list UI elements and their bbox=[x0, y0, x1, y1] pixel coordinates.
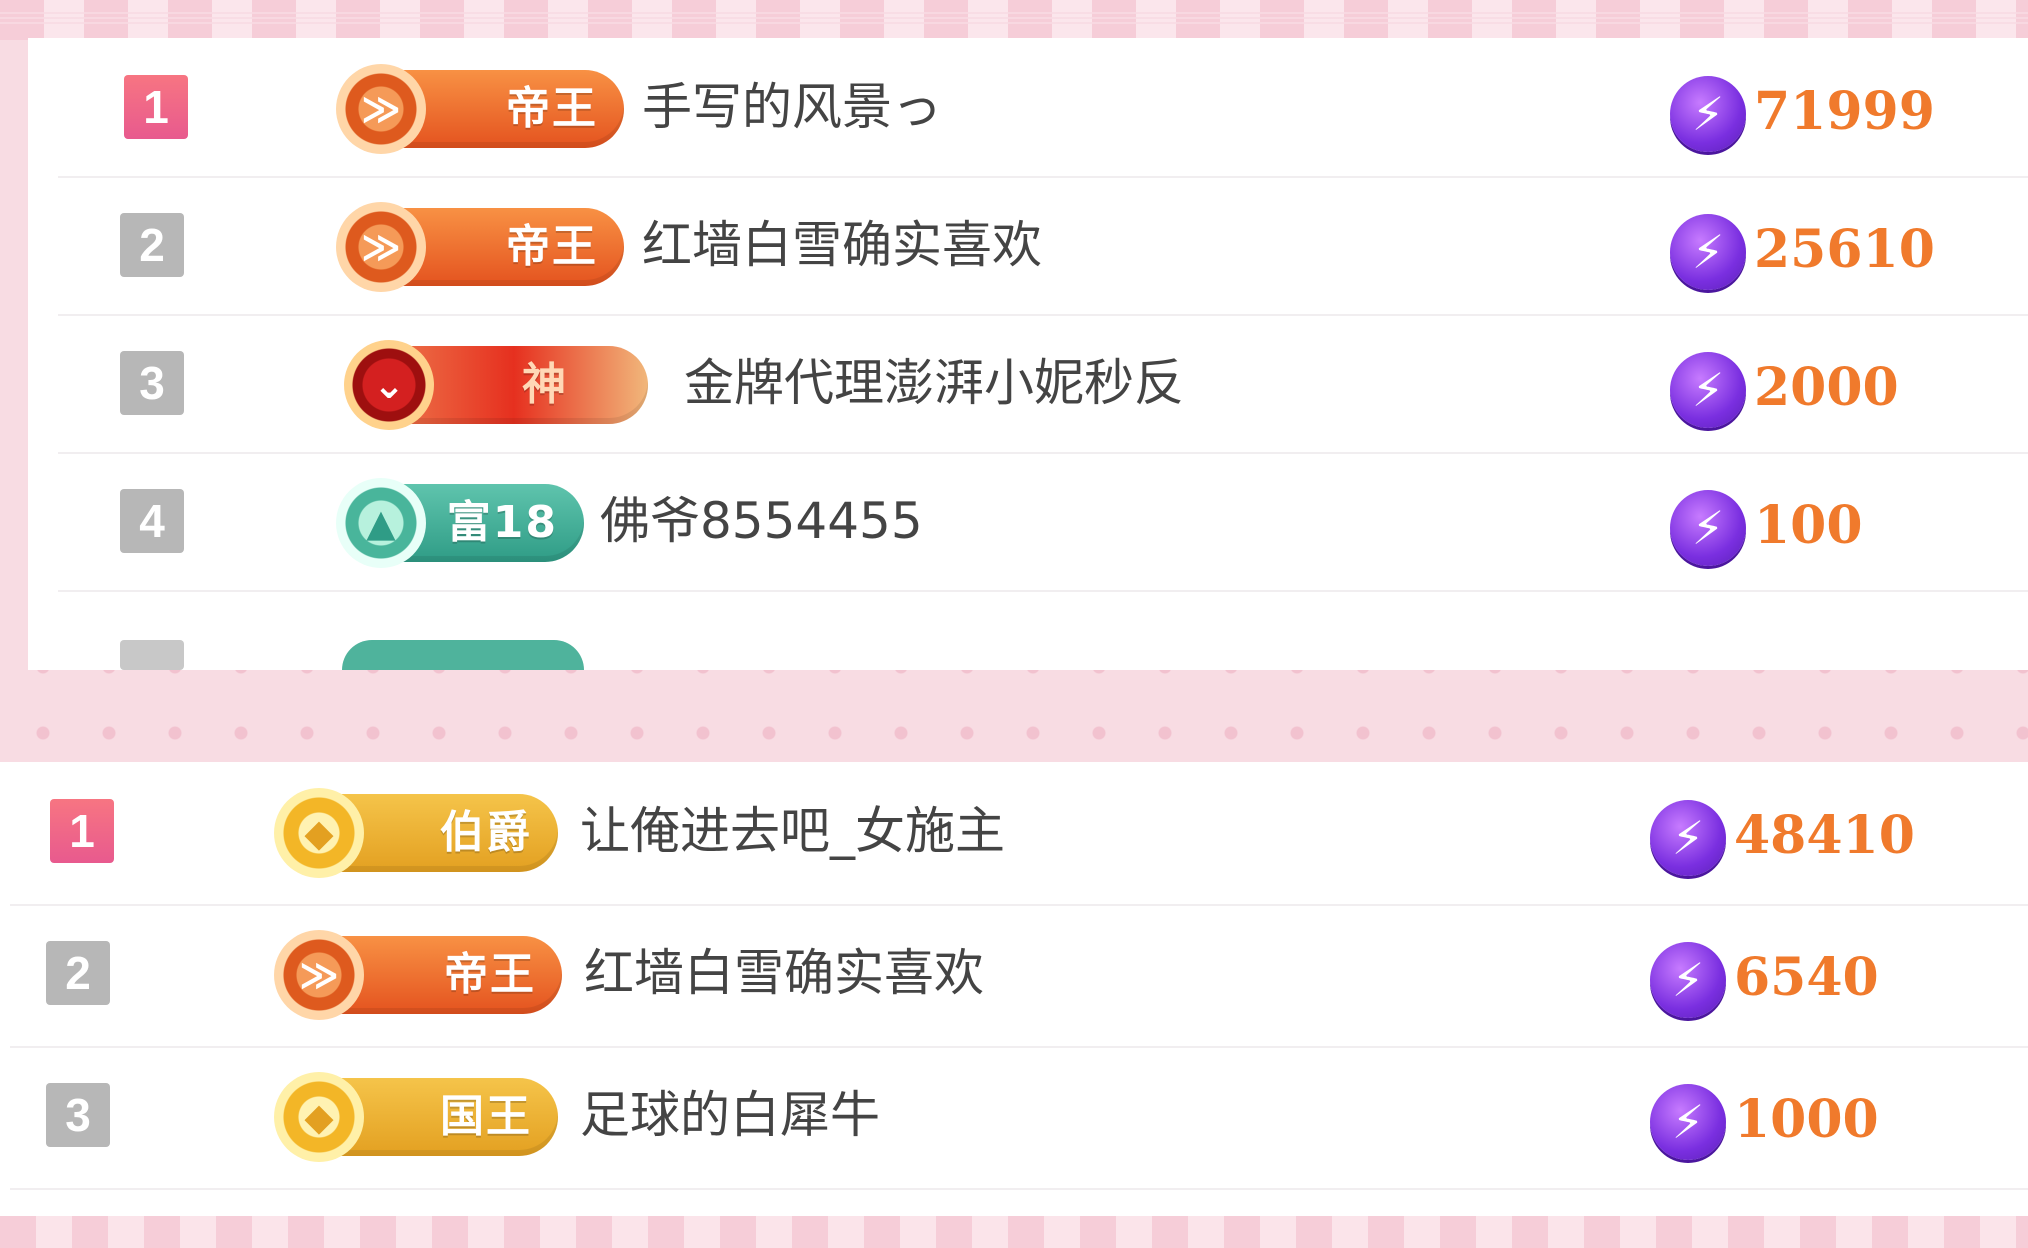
level-badge: ◆ 伯爵 bbox=[274, 788, 558, 878]
level-badge: ⌄ 神 bbox=[344, 340, 648, 430]
ranking-panel-bottom: 1 ◆ 伯爵 让俺进去吧_女施主 ⚡ 48410 2 ≫ 帝王 红墙白雪确实喜欢… bbox=[0, 762, 2028, 1216]
user-name[interactable]: 手写的风景っ bbox=[642, 72, 942, 142]
level-badge-label: 帝王 bbox=[506, 83, 598, 134]
lightning-bolt-icon: ⚡ bbox=[1650, 942, 1726, 1018]
rank-badge: 3 bbox=[46, 1083, 110, 1147]
rank-badge: 2 bbox=[120, 213, 184, 277]
lightning-bolt-icon: ⚡ bbox=[1670, 352, 1746, 428]
chevron-emblem-icon: ≫ bbox=[336, 202, 426, 292]
lightning-bolt-icon: ⚡ bbox=[1670, 76, 1746, 152]
score-value: 6540 bbox=[1734, 947, 1879, 1008]
ranking-row[interactable]: 4 ▲ 富18 佛爷8554455 ⚡ 100 bbox=[58, 452, 2028, 592]
diamond-emblem-icon: ◆ bbox=[274, 788, 364, 878]
user-name[interactable]: 佛爷8554455 bbox=[600, 486, 923, 556]
score-value: 1000 bbox=[1734, 1089, 1879, 1150]
user-name[interactable]: 红墙白雪确实喜欢 bbox=[584, 938, 984, 1008]
ranking-panel-top: 1 ≫ 帝王 手写的风景っ ⚡ 71999 2 ≫ 帝王 红墙白雪确实喜欢 ⚡ … bbox=[28, 38, 2028, 670]
level-badge-label: 富18 bbox=[446, 497, 558, 548]
score-value: 48410 bbox=[1734, 805, 1915, 866]
level-badge-label: 伯爵 bbox=[440, 807, 532, 858]
ranking-row-clipped bbox=[58, 630, 2028, 670]
rank-badge-clipped bbox=[120, 640, 184, 670]
user-name[interactable]: 金牌代理澎湃小妮秒反 bbox=[684, 348, 1184, 418]
diamond-emblem-icon: ◆ bbox=[274, 1072, 364, 1162]
lightning-bolt-icon: ⚡ bbox=[1670, 490, 1746, 566]
rank-badge: 1 bbox=[50, 799, 114, 863]
score-value: 25610 bbox=[1754, 219, 1935, 280]
user-name[interactable]: 让俺进去吧_女施主 bbox=[580, 796, 1005, 866]
level-badge-label: 帝王 bbox=[444, 949, 536, 1000]
level-badge: ≫ 帝王 bbox=[336, 202, 624, 292]
level-badge: ≫ 帝王 bbox=[336, 64, 624, 154]
rank-badge: 4 bbox=[120, 489, 184, 553]
ranking-row[interactable]: 2 ≫ 帝王 红墙白雪确实喜欢 ⚡ 6540 bbox=[10, 904, 2028, 1048]
lightning-bolt-icon: ⚡ bbox=[1650, 1084, 1726, 1160]
chevron-emblem-icon: ≫ bbox=[336, 64, 426, 154]
ranking-row[interactable]: 3 ⌄ 神 金牌代理澎湃小妮秒反 ⚡ 2000 bbox=[58, 314, 2028, 454]
level-badge-label: 帝王 bbox=[506, 221, 598, 272]
ranking-row[interactable]: 1 ≫ 帝王 手写的风景っ ⚡ 71999 bbox=[58, 38, 2028, 178]
lightning-bolt-icon: ⚡ bbox=[1650, 800, 1726, 876]
chevron-emblem-icon: ≫ bbox=[274, 930, 364, 1020]
decorative-bottom-border bbox=[0, 1216, 2028, 1248]
level-badge: ≫ 帝王 bbox=[274, 930, 562, 1020]
user-name[interactable]: 足球的白犀牛 bbox=[580, 1080, 880, 1150]
score-value: 71999 bbox=[1754, 81, 1935, 142]
chevron-down-emblem-icon: ⌄ bbox=[344, 340, 434, 430]
ranking-row[interactable]: 1 ◆ 伯爵 让俺进去吧_女施主 ⚡ 48410 bbox=[10, 762, 2028, 906]
ranking-row[interactable]: 3 ◆ 国王 足球的白犀牛 ⚡ 1000 bbox=[10, 1046, 2028, 1190]
triangle-emblem-icon: ▲ bbox=[336, 478, 426, 568]
rank-badge: 3 bbox=[120, 351, 184, 415]
level-badge-label: 神 bbox=[522, 359, 568, 410]
level-badge-label: 国王 bbox=[440, 1091, 532, 1142]
lightning-bolt-icon: ⚡ bbox=[1670, 214, 1746, 290]
level-badge-clipped bbox=[342, 640, 584, 670]
rank-badge: 2 bbox=[46, 941, 110, 1005]
score-value: 2000 bbox=[1754, 357, 1899, 418]
decorative-top-border bbox=[0, 0, 2028, 40]
score-value: 100 bbox=[1754, 495, 1863, 556]
rank-badge: 1 bbox=[124, 75, 188, 139]
ranking-row[interactable]: 2 ≫ 帝王 红墙白雪确实喜欢 ⚡ 25610 bbox=[58, 176, 2028, 316]
level-badge: ◆ 国王 bbox=[274, 1072, 558, 1162]
user-name[interactable]: 红墙白雪确实喜欢 bbox=[642, 210, 1042, 280]
level-badge: ▲ 富18 bbox=[336, 478, 584, 568]
